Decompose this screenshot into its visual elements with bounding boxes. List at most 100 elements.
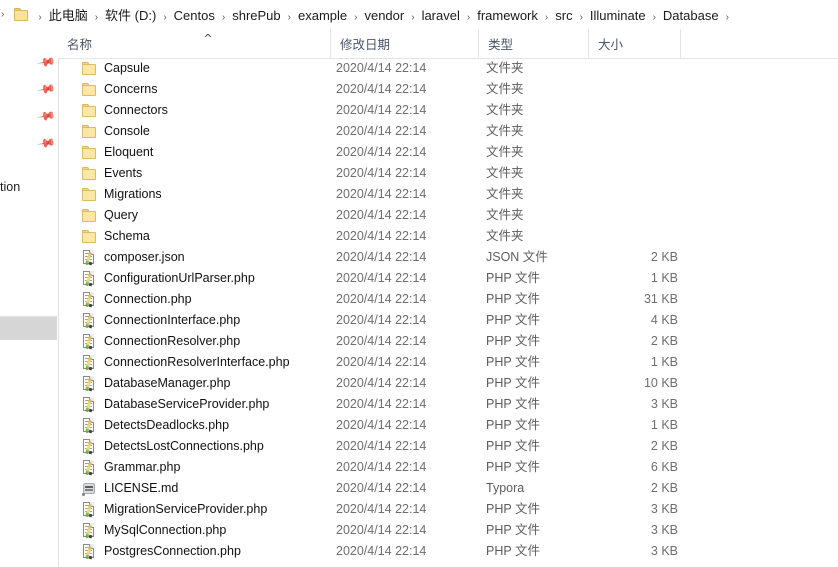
file-type: PHP 文件 xyxy=(486,460,540,474)
column-header[interactable]: 大小 xyxy=(588,29,680,58)
file-name[interactable]: Grammar.php xyxy=(104,457,354,478)
file-modified-date: 2020/4/14 22:14 xyxy=(336,103,427,117)
file-row[interactable]: DatabaseManager.php 2020/4/14 22:14 PHP 文件… xyxy=(58,373,838,394)
chevron-right-icon: › xyxy=(1,8,5,20)
breadcrumb-item[interactable]: example xyxy=(297,6,348,25)
file-size: 4 KB xyxy=(650,313,678,327)
file-size: 2 KB xyxy=(650,334,678,348)
breadcrumb-item[interactable]: 软件 (D:) xyxy=(104,6,157,25)
file-row[interactable]: Console 2020/4/14 22:14 文件夹 xyxy=(58,121,838,142)
file-row[interactable]: DetectsLostConnections.php 2020/4/14 22:1… xyxy=(58,436,838,457)
column-header[interactable] xyxy=(680,29,740,58)
file-row[interactable]: ConnectionResolver.php 2020/4/14 22:14 PHP… xyxy=(58,331,838,352)
file-row[interactable]: Concerns 2020/4/14 22:14 文件夹 xyxy=(58,79,838,100)
document-icon xyxy=(82,313,98,329)
file-name[interactable]: Connectors xyxy=(104,100,354,121)
file-row[interactable]: Eloquent 2020/4/14 22:14 文件夹 xyxy=(58,142,838,163)
file-name[interactable]: Capsule xyxy=(104,58,354,79)
file-size: 10 KB xyxy=(643,376,678,390)
document-icon xyxy=(82,334,98,350)
file-name[interactable]: ConnectionInterface.php xyxy=(104,310,354,331)
file-name[interactable]: ConnectionResolver.php xyxy=(104,331,354,352)
navigation-pane-fragment[interactable]: 📌 📌 📌 📌 tion xyxy=(0,29,59,567)
chevron-right-icon: › xyxy=(411,12,415,23)
file-name[interactable]: MigrationServiceProvider.php xyxy=(104,499,354,520)
file-size: 1 KB xyxy=(650,355,678,369)
column-header-row[interactable]: ^ 名称 修改日期 类型 大小 xyxy=(58,29,838,59)
file-name[interactable]: Connection.php xyxy=(104,289,354,310)
file-row[interactable]: ConnectionResolverInterface.php 2020/4/14… xyxy=(58,352,838,373)
nav-item-clipped-label[interactable]: tion xyxy=(0,180,20,194)
file-row[interactable]: Migrations 2020/4/14 22:14 文件夹 xyxy=(58,184,838,205)
file-row[interactable]: DetectsDeadlocks.php 2020/4/14 22:14 PHP 文… xyxy=(58,415,838,436)
pin-icon[interactable]: 📌 xyxy=(36,52,56,72)
column-header-label: 名称 xyxy=(67,38,93,52)
file-row[interactable]: LICENSE.md 2020/4/14 22:14 Typora 2 KB xyxy=(58,478,838,499)
breadcrumb-item[interactable]: Illuminate xyxy=(589,6,647,25)
breadcrumb-item[interactable]: framework xyxy=(476,6,539,25)
file-name[interactable]: composer.json xyxy=(104,247,354,268)
file-row[interactable]: PostgresConnection.php 2020/4/14 22:14 PHP… xyxy=(58,541,838,562)
nav-item-selected-block[interactable] xyxy=(0,316,57,340)
file-row[interactable]: ConfigurationUrlParser.php 2020/4/14 22:1… xyxy=(58,268,838,289)
file-name[interactable]: Query xyxy=(104,205,354,226)
file-row[interactable]: Connection.php 2020/4/14 22:14 PHP 文件 31 KB xyxy=(58,289,838,310)
file-type: PHP 文件 xyxy=(486,502,540,516)
document-icon xyxy=(82,460,98,476)
pin-icon[interactable]: 📌 xyxy=(36,133,56,153)
document-icon xyxy=(82,397,98,413)
pin-icon[interactable]: 📌 xyxy=(36,79,56,99)
file-size xyxy=(586,163,678,184)
file-row[interactable]: Connectors 2020/4/14 22:14 文件夹 xyxy=(58,100,838,121)
file-name[interactable]: ConnectionResolverInterface.php xyxy=(104,352,354,373)
file-row[interactable]: MySqlConnection.php 2020/4/14 22:14 PHP 文件… xyxy=(58,520,838,541)
file-modified-date: 2020/4/14 22:14 xyxy=(336,208,427,222)
breadcrumb-item[interactable]: Centos xyxy=(173,6,216,25)
column-header[interactable]: 修改日期 xyxy=(330,29,478,58)
breadcrumb-item[interactable]: Database xyxy=(662,6,720,25)
column-header-label: 大小 xyxy=(598,38,624,52)
file-row[interactable]: Schema 2020/4/14 22:14 文件夹 xyxy=(58,226,838,247)
file-row[interactable]: DatabaseServiceProvider.php 2020/4/14 22:… xyxy=(58,394,838,415)
file-modified-date: 2020/4/14 22:14 xyxy=(336,523,427,537)
file-name[interactable]: ConfigurationUrlParser.php xyxy=(104,268,354,289)
file-name[interactable]: PostgresConnection.php xyxy=(104,541,354,562)
breadcrumb-item[interactable]: shrePub xyxy=(231,6,281,25)
file-name[interactable]: Concerns xyxy=(104,79,354,100)
breadcrumb-item[interactable]: vendor xyxy=(363,6,405,25)
column-header[interactable]: 名称 xyxy=(58,29,330,58)
document-icon xyxy=(82,523,98,539)
file-name[interactable]: LICENSE.md xyxy=(104,478,354,499)
file-name[interactable]: DetectsLostConnections.php xyxy=(104,436,354,457)
file-name[interactable]: DetectsDeadlocks.php xyxy=(104,415,354,436)
column-header[interactable]: 类型 xyxy=(478,29,588,58)
file-modified-date: 2020/4/14 22:14 xyxy=(336,229,427,243)
folder-icon xyxy=(82,145,98,160)
file-name[interactable]: DatabaseManager.php xyxy=(104,373,354,394)
file-row[interactable]: MigrationServiceProvider.php 2020/4/14 22… xyxy=(58,499,838,520)
breadcrumb-item[interactable]: 此电脑 xyxy=(48,6,89,25)
file-row[interactable]: Query 2020/4/14 22:14 文件夹 xyxy=(58,205,838,226)
breadcrumb-item[interactable]: laravel xyxy=(421,6,461,25)
file-name[interactable]: Eloquent xyxy=(104,142,354,163)
breadcrumb-item[interactable]: src xyxy=(554,6,573,25)
file-name[interactable]: MySqlConnection.php xyxy=(104,520,354,541)
pin-icon[interactable]: 📌 xyxy=(36,106,56,126)
file-row[interactable]: Events 2020/4/14 22:14 文件夹 xyxy=(58,163,838,184)
file-row[interactable]: Capsule 2020/4/14 22:14 文件夹 xyxy=(58,58,838,79)
file-name[interactable]: Events xyxy=(104,163,354,184)
file-size xyxy=(586,142,678,163)
file-name[interactable]: Schema xyxy=(104,226,354,247)
breadcrumb-items[interactable]: › 此电脑 › 软件 (D:) › Centos › shrePub › example › vend… xyxy=(32,5,735,24)
breadcrumb-bar[interactable]: › › 此电脑 › 软件 (D:) › Centos › shrePub › example › ve… xyxy=(0,0,838,30)
file-row[interactable]: Grammar.php 2020/4/14 22:14 PHP 文件 6 KB xyxy=(58,457,838,478)
file-name[interactable]: DatabaseServiceProvider.php xyxy=(104,394,354,415)
file-row[interactable]: composer.json 2020/4/14 22:14 JSON 文件 2 KB xyxy=(58,247,838,268)
file-list[interactable]: Capsule 2020/4/14 22:14 文件夹 Concerns 2020/4/… xyxy=(58,58,838,567)
file-name[interactable]: Migrations xyxy=(104,184,354,205)
file-type: PHP 文件 xyxy=(486,355,540,369)
file-name[interactable]: Console xyxy=(104,121,354,142)
folder-icon xyxy=(82,82,98,97)
file-type: PHP 文件 xyxy=(486,334,540,348)
file-row[interactable]: ConnectionInterface.php 2020/4/14 22:14 PH… xyxy=(58,310,838,331)
